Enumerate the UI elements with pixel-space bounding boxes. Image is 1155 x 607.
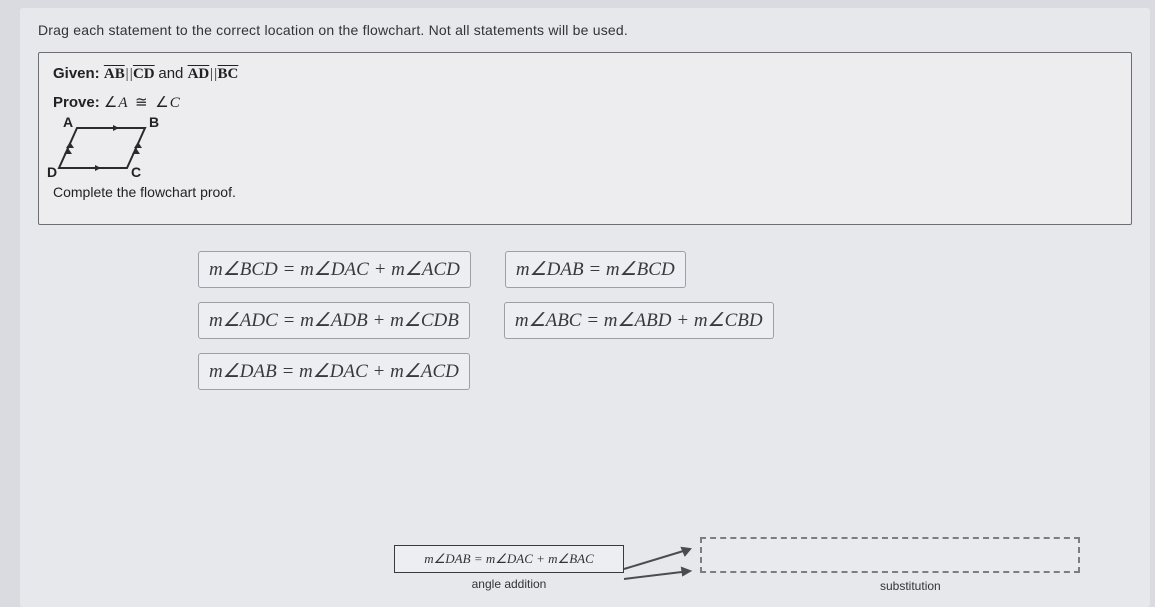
given-line: Given: AB||CD and AD||BC [53, 65, 1117, 83]
complete-text: Complete the flowchart proof. [53, 184, 1117, 200]
tile-adc[interactable]: m∠ADC = m∠ADB + m∠CDB [198, 302, 470, 339]
worksheet-sheet: Drag each statement to the correct locat… [20, 8, 1150, 607]
prove-label: Prove: [53, 94, 100, 111]
segment-ad: AD [188, 66, 210, 82]
tile-bcd[interactable]: m∠BCD = m∠DAC + m∠ACD [198, 251, 471, 288]
start-statement: m∠DAB = m∠DAC + m∠BAC [394, 545, 624, 573]
tile-dab-eq-bcd[interactable]: m∠DAB = m∠BCD [505, 251, 686, 288]
angle-c: C [155, 95, 179, 111]
vertex-d: D [47, 164, 57, 180]
parallelogram-diagram: A B C D [59, 122, 155, 174]
tile-dab-dac-acd[interactable]: m∠DAB = m∠DAC + m∠ACD [198, 353, 470, 390]
given-label: Given: [53, 65, 100, 82]
vertex-b: B [149, 114, 159, 130]
segment-ab: AB [104, 66, 125, 82]
flowchart-area: m∠DAB = m∠DAC + m∠BAC angle addition sub… [20, 527, 1150, 607]
drop-zone-substitution[interactable] [700, 537, 1080, 573]
flow-start-node: m∠DAB = m∠DAC + m∠BAC angle addition [394, 545, 624, 591]
segment-bc: BC [218, 66, 239, 82]
start-reason: angle addition [394, 577, 624, 591]
prove-line: Prove: A C [53, 93, 1117, 112]
tile-bank: m∠BCD = m∠DAC + m∠ACD m∠DAB = m∠BCD m∠AD… [38, 251, 1132, 390]
angle-a: A [104, 95, 127, 111]
problem-box: Given: AB||CD and AD||BC Prove: A C [38, 52, 1132, 225]
congruent-symbol [131, 95, 152, 111]
tile-abc[interactable]: m∠ABC = m∠ABD + m∠CBD [504, 302, 774, 339]
parallel-symbol: || [125, 66, 133, 82]
vertex-a: A [63, 114, 73, 130]
drop-zone-reason: substitution [880, 579, 941, 593]
instruction-text: Drag each statement to the correct locat… [38, 22, 1132, 38]
flow-arrow-icon [620, 531, 700, 591]
segment-cd: CD [133, 66, 155, 82]
parallel-symbol-2: || [209, 66, 217, 82]
vertex-c: C [131, 164, 141, 180]
and-text: and [158, 65, 187, 82]
